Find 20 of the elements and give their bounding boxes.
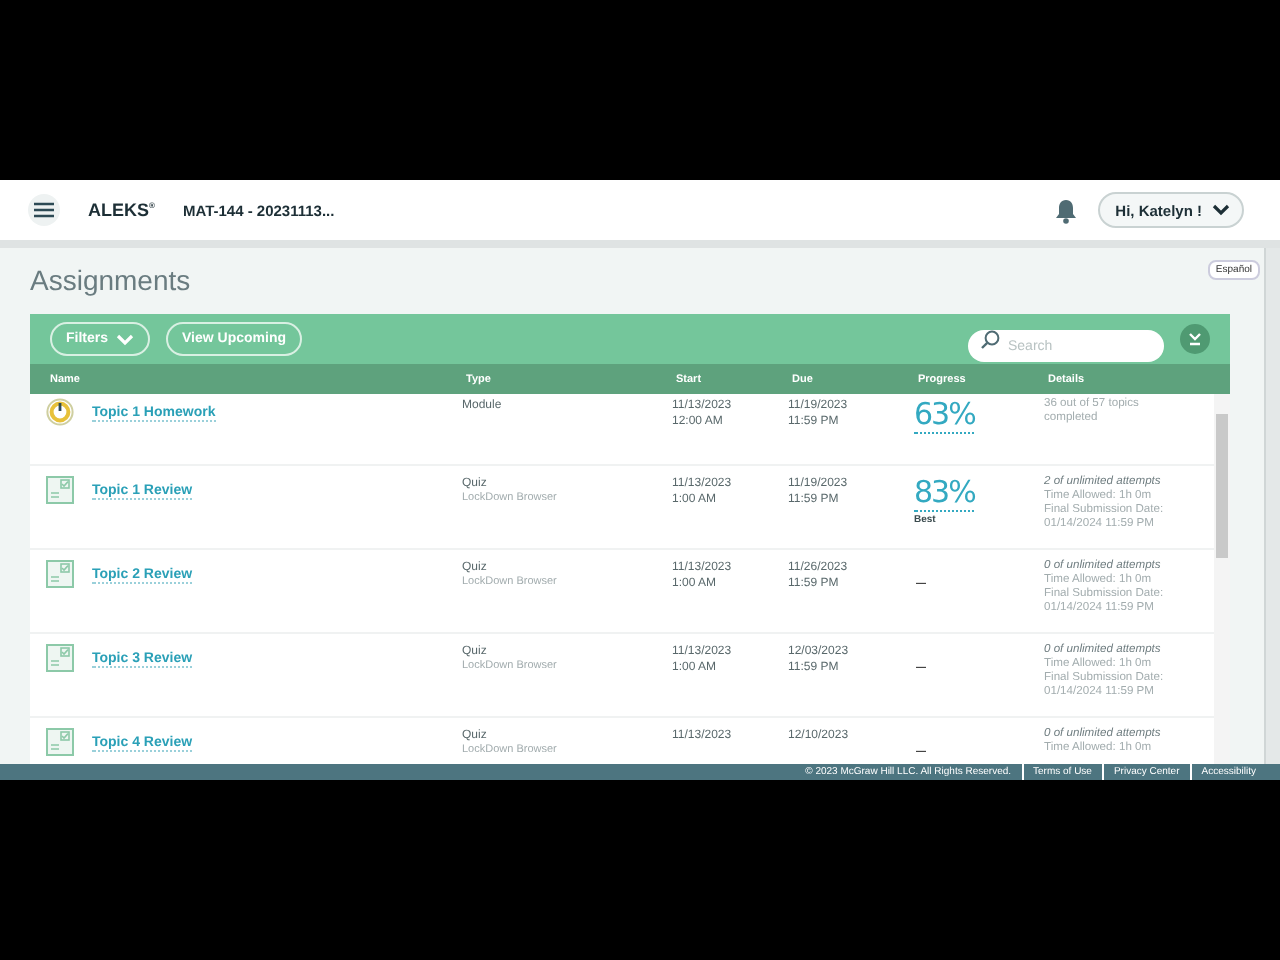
quiz-document-icon [46,728,74,756]
page-scrollbar[interactable] [1264,248,1280,764]
collapse-button[interactable] [1180,324,1210,354]
bell-icon [1053,197,1078,223]
progress-dash-text: – [916,740,927,760]
progress-score: 63% [914,396,975,434]
progress-dash-text: – [916,572,927,592]
download-arrow-icon [1188,332,1202,346]
scrollbar[interactable] [1214,394,1230,764]
quiz-document-icon [46,644,74,672]
menu-icon [34,202,54,218]
progress-score: 83% [914,474,975,512]
page-title: Assignments [30,264,191,296]
quiz-document-icon [46,560,74,588]
chevron-down-icon [1212,204,1230,216]
menu-button[interactable] [28,194,60,226]
chevron-down-icon [116,333,135,345]
search-icon [980,329,1000,349]
progress-dash-text: – [916,656,927,676]
quiz-document-icon [46,476,74,504]
